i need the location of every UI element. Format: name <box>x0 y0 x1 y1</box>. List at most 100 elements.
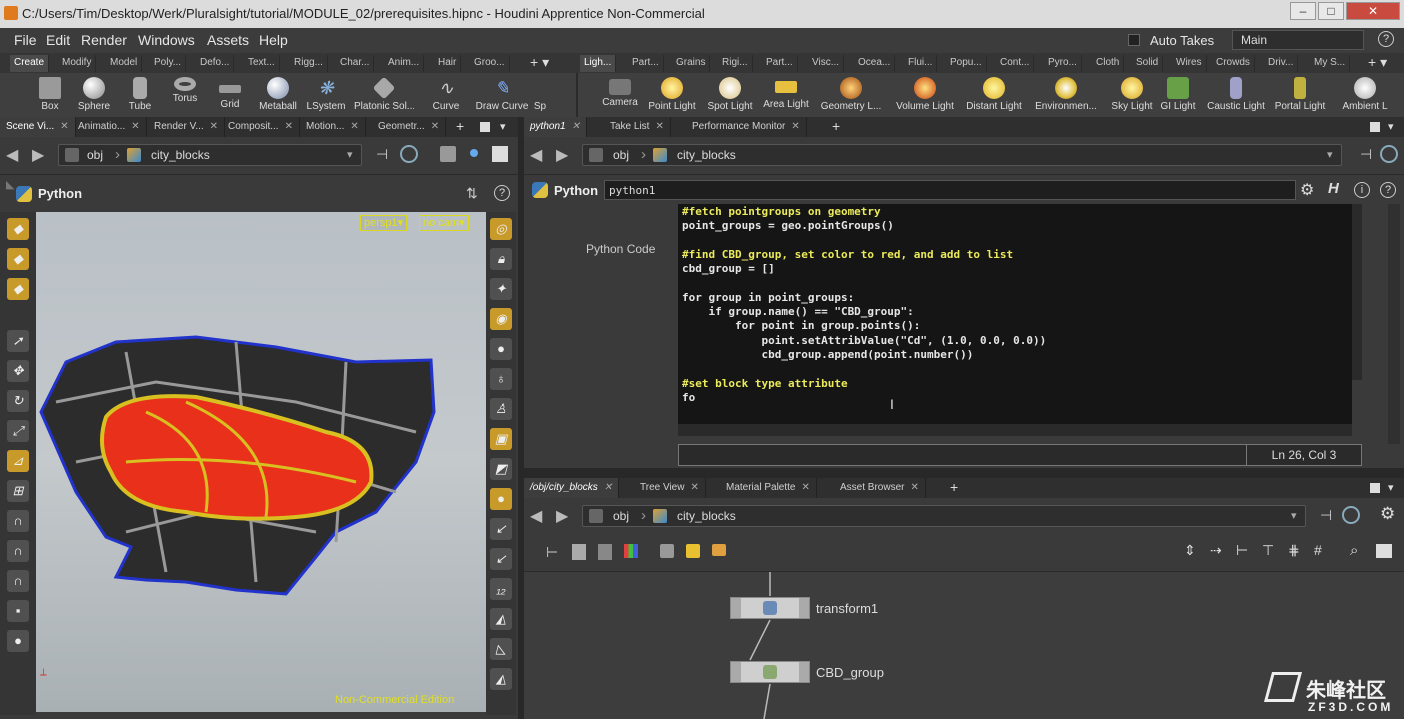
shelf-tab-animation[interactable]: Anim... <box>384 55 425 72</box>
shelf-tab-rigging[interactable]: Rigg... <box>290 55 328 72</box>
tool-draw-curve[interactable]: ✎ Draw Curve <box>472 75 532 115</box>
help-icon[interactable]: ? <box>1378 31 1394 47</box>
maximize-icon[interactable]: □ <box>1318 2 1344 20</box>
distribute-icon[interactable]: ⋕ <box>1288 542 1300 559</box>
link-icon[interactable] <box>1342 506 1360 524</box>
close-tab-icon[interactable]: ✕ <box>572 121 580 132</box>
shelf-tab-solid[interactable]: Solid <box>1132 55 1164 72</box>
shelf-tab-create[interactable]: Create <box>10 55 50 72</box>
shelf-tab-grains[interactable]: Grains <box>672 55 711 72</box>
close-icon[interactable]: ✕ <box>1346 2 1400 20</box>
render-icon[interactable]: ● <box>7 630 29 652</box>
tab-geometry-spreadsheet[interactable]: Geometr... ✕ <box>372 117 447 137</box>
menu-render[interactable]: Render <box>81 32 127 48</box>
display-options-icon[interactable]: ▣ <box>490 428 512 450</box>
scene-viewport[interactable]: persp1▾ no cam▾ ⟂ Non-Commercial Edition <box>36 212 486 712</box>
tool-caustic-light[interactable]: Caustic Light <box>1204 75 1268 115</box>
tab-take-list[interactable]: Take List ✕ <box>604 117 671 137</box>
gear-icon[interactable]: ⚙ <box>1300 180 1314 200</box>
tool-spray[interactable]: Sp <box>530 75 550 115</box>
tool-geometry-light[interactable]: Geometry L... <box>818 75 884 115</box>
scale-tool-icon[interactable]: ⤢ <box>7 420 29 442</box>
grid-snap-icon[interactable]: # <box>1314 542 1322 558</box>
shelf-tab-deform[interactable]: Defo... <box>196 55 235 72</box>
point-numbers-icon[interactable]: ₁₂ <box>490 578 512 600</box>
shelf-tab-modify[interactable]: Modify <box>58 55 97 72</box>
templates-icon[interactable]: ◭ <box>490 668 512 690</box>
python-code-editor[interactable]: #fetch pointgroups on geometry point_grou… <box>678 204 1352 436</box>
menu-file[interactable]: File <box>14 32 37 48</box>
link-icon[interactable] <box>400 145 418 163</box>
shelf-tab-hair[interactable]: Hair <box>434 55 462 72</box>
pane-maximize-icon[interactable] <box>1370 122 1380 132</box>
tool-portal-light[interactable]: Portal Light <box>1270 75 1330 115</box>
param-help-icon[interactable]: ? <box>1380 182 1396 198</box>
network-path[interactable]: obj › city_blocks ▾ <box>582 505 1306 527</box>
shelf-tab-cloth[interactable]: Cloth <box>1092 55 1125 72</box>
align-vertical-icon[interactable]: ⇕ <box>1184 542 1196 559</box>
viewer-help-icon[interactable]: ? <box>494 185 510 201</box>
close-tab-icon[interactable]: ✕ <box>131 121 139 132</box>
tab-python1[interactable]: python1 ✕ <box>524 117 587 137</box>
backface-icon[interactable]: ◺ <box>490 638 512 660</box>
snap-prim-icon[interactable]: ∩ <box>7 510 29 532</box>
info-icon[interactable]: i <box>1354 182 1370 198</box>
no-cam-menu[interactable]: no cam▾ <box>419 215 469 231</box>
select-arrow-icon[interactable]: ➚ <box>7 330 29 352</box>
prim-numbers-icon[interactable]: ◭ <box>490 608 512 630</box>
snapshot-icon[interactable] <box>492 146 508 162</box>
close-tab-icon[interactable]: ✕ <box>285 121 293 132</box>
node-name-field[interactable]: python1 <box>604 180 1296 200</box>
rotate-tool-icon[interactable]: ↻ <box>7 390 29 412</box>
lock-camera-icon[interactable]: 🔒︎ <box>490 248 512 270</box>
camera-menu[interactable]: persp1▾ <box>360 215 408 231</box>
path-obj[interactable]: obj <box>613 148 629 162</box>
shelf-tab-drive[interactable]: Driv... <box>1264 55 1299 72</box>
snap-grid-icon[interactable]: ⊞ <box>7 480 29 502</box>
select-handle-icon[interactable]: ◆ <box>7 218 29 240</box>
shelf-tab-populate[interactable]: Popu... <box>946 55 987 72</box>
tool-volume-light[interactable]: Volume Light <box>892 75 958 115</box>
tab-tree-view[interactable]: Tree View ✕ <box>634 478 706 498</box>
close-tab-icon[interactable]: ✕ <box>655 121 663 132</box>
close-tab-icon[interactable]: ✕ <box>60 121 68 132</box>
close-tab-icon[interactable]: ✕ <box>690 482 698 493</box>
close-tab-icon[interactable]: ✕ <box>210 121 218 132</box>
minimize-icon[interactable]: – <box>1290 2 1316 20</box>
shelf-tab-wires[interactable]: Wires <box>1172 55 1207 72</box>
vertex-normals-icon[interactable]: ↙ <box>490 548 512 570</box>
add-tab-icon[interactable]: + <box>950 479 958 495</box>
pin-icon[interactable]: ⊣ <box>376 146 388 163</box>
snap-multi-icon[interactable]: ∩ <box>7 570 29 592</box>
tab-motion-fx[interactable]: Motion... ✕ <box>300 117 366 137</box>
pane-maximize-icon[interactable] <box>1370 483 1380 493</box>
shelf-tab-container[interactable]: Cont... <box>996 55 1035 72</box>
back-arrow-icon[interactable]: ◀ <box>530 506 542 526</box>
display-dot-icon[interactable] <box>470 149 478 157</box>
houdini-help-icon[interactable]: H <box>1328 180 1339 197</box>
tab-compositor[interactable]: Composit... ✕ <box>222 117 300 137</box>
shelf-tab-lights[interactable]: Ligh... <box>580 55 617 72</box>
tab-animation-editor[interactable]: Animatio... ✕ <box>72 117 147 137</box>
list-mode-icon[interactable] <box>572 544 586 560</box>
sheet-mode-icon[interactable] <box>598 544 612 560</box>
add-tab-icon[interactable]: + <box>832 118 840 134</box>
close-tab-icon[interactable]: ✕ <box>910 482 918 493</box>
search-icon[interactable]: ⌕ <box>1350 542 1358 559</box>
network-path[interactable]: obj › city_blocks ▾ <box>58 144 362 166</box>
pane-maximize-icon[interactable] <box>480 122 490 132</box>
snap-point-icon[interactable]: ∩ <box>7 540 29 562</box>
close-tab-icon[interactable]: ✕ <box>431 121 439 132</box>
menu-edit[interactable]: Edit <box>46 32 70 48</box>
network-path[interactable]: obj › city_blocks ▾ <box>582 144 1342 166</box>
shelf-tab-model[interactable]: Model <box>106 55 143 72</box>
hierarchy-icon[interactable]: ⇅ <box>466 185 478 202</box>
shelf-tab-my-shelf[interactable]: My S... <box>1310 55 1351 72</box>
network-box-icon[interactable] <box>712 544 726 556</box>
geometry-view-icon[interactable] <box>440 146 456 162</box>
move-tool-icon[interactable]: ✥ <box>7 360 29 382</box>
pin-icon[interactable]: ⊣ <box>1360 146 1372 163</box>
tool-lsystem[interactable]: ❋ LSystem <box>296 75 356 115</box>
path-obj[interactable]: obj <box>87 148 103 162</box>
headlight-icon[interactable]: ✦ <box>490 278 512 300</box>
